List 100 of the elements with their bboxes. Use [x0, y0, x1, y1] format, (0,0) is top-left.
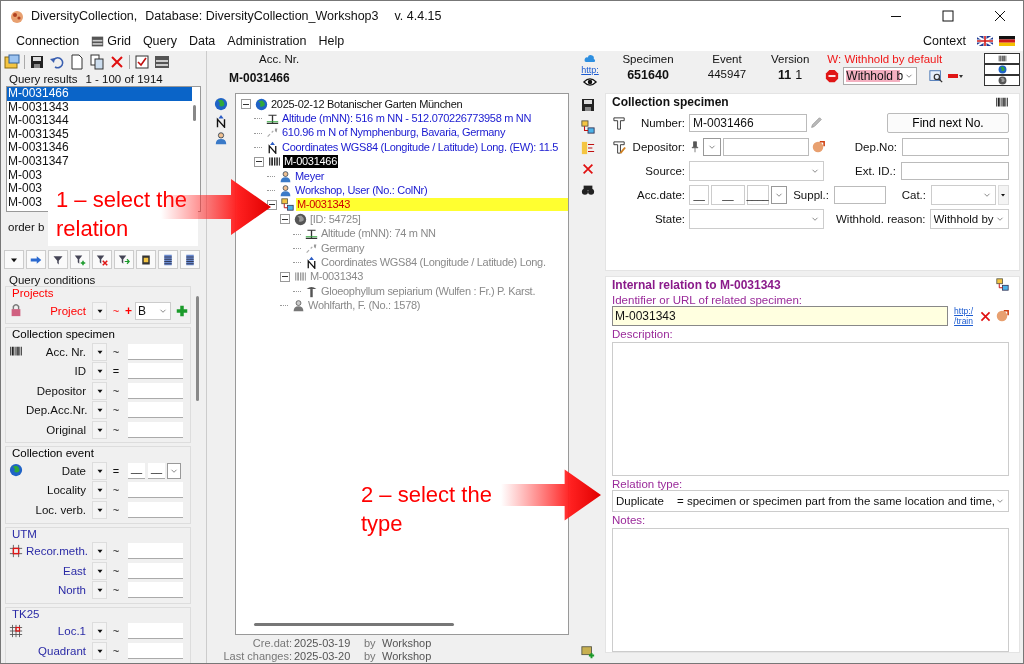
condition-field[interactable]	[128, 402, 183, 419]
operator-dropdown[interactable]	[92, 301, 107, 320]
new-document-icon[interactable]	[69, 54, 85, 70]
date-field[interactable]: __	[711, 185, 745, 205]
delete-icon[interactable]	[581, 162, 595, 176]
result-item[interactable]: M-003	[7, 182, 42, 196]
menu-item[interactable]: Connection	[11, 34, 85, 48]
suppl-field[interactable]	[834, 186, 886, 204]
globe-icon[interactable]	[214, 97, 228, 111]
tree-node[interactable]: Germany	[320, 241, 366, 255]
rows-button[interactable]	[180, 250, 200, 269]
notes-field[interactable]	[612, 528, 1009, 652]
table-icon[interactable]	[154, 54, 170, 70]
operator-dropdown[interactable]	[92, 500, 107, 519]
date-field[interactable]: ____	[746, 185, 769, 205]
operator-dropdown[interactable]	[92, 641, 107, 660]
relation-list-icon[interactable]	[581, 141, 595, 155]
checkbox-icon[interactable]	[134, 54, 150, 70]
tree-node[interactable]: M-0031466	[283, 155, 338, 169]
arrow-right-button[interactable]	[26, 250, 46, 269]
operator-dropdown[interactable]	[92, 401, 107, 420]
globe-button[interactable]	[984, 64, 1020, 75]
scrollbar[interactable]	[193, 105, 196, 121]
add-image-icon[interactable]	[581, 645, 595, 659]
date-field[interactable]: __	[148, 463, 165, 480]
north-arrow-icon[interactable]	[214, 114, 228, 128]
filter-move-button[interactable]	[114, 250, 134, 269]
operator-dropdown[interactable]	[92, 381, 107, 400]
identifier-field[interactable]: M-0031343	[612, 306, 949, 326]
operator-dropdown[interactable]	[92, 462, 107, 481]
date-dropdown[interactable]	[770, 186, 788, 204]
dep-no-field[interactable]	[902, 138, 1009, 156]
operator-dropdown[interactable]	[92, 343, 107, 362]
result-item[interactable]: M-0031346	[7, 141, 69, 155]
context-menu[interactable]: Context	[917, 34, 971, 48]
dropdown-button[interactable]	[4, 250, 24, 269]
add-icon[interactable]	[175, 303, 189, 318]
depositor-field[interactable]	[723, 138, 809, 156]
menu-item[interactable]: Query	[137, 34, 182, 48]
http-link[interactable]: http:	[581, 65, 599, 75]
result-item[interactable]: M-0031345	[7, 127, 69, 142]
ext-id-field[interactable]	[901, 162, 1009, 180]
condition-field[interactable]	[128, 344, 183, 361]
collapse-toggle[interactable]	[280, 214, 290, 225]
link-icon[interactable]	[811, 140, 825, 154]
date-field[interactable]: __	[689, 185, 710, 205]
filter-button[interactable]	[48, 250, 68, 269]
tree-node[interactable]: M-0031343	[309, 270, 364, 284]
condition-field[interactable]	[128, 623, 183, 640]
collapse-toggle[interactable]	[254, 156, 264, 167]
condition-field[interactable]	[128, 543, 183, 560]
condition-field[interactable]	[128, 562, 183, 579]
collapse-toggle[interactable]	[280, 271, 290, 282]
http-link[interactable]: http:/ /train	[954, 306, 973, 326]
cloud-icon[interactable]	[584, 53, 596, 65]
result-item[interactable]: M-003	[7, 195, 42, 210]
tree-node[interactable]: Coordinates WGS84 (Longitude / Latitude) Long. (EW): 11.5	[281, 140, 560, 154]
relation-icon[interactable]	[581, 120, 595, 134]
operator-dropdown[interactable]	[92, 420, 107, 439]
condition-field[interactable]	[128, 501, 183, 518]
link-icon[interactable]	[995, 309, 1009, 323]
barcode-button[interactable]	[984, 53, 1020, 64]
operator-dropdown[interactable]	[92, 362, 107, 381]
tree-node[interactable]: Altitude (mNN): 74 m NN	[320, 227, 437, 241]
rows-button[interactable]	[158, 250, 178, 269]
result-item[interactable]: M-003	[7, 168, 42, 183]
category-button[interactable]	[997, 185, 1009, 205]
delete-icon[interactable]	[979, 309, 992, 323]
pin-icon[interactable]	[689, 141, 701, 153]
withhold-combo[interactable]: Withhold b	[843, 67, 918, 85]
operator-dropdown[interactable]	[92, 581, 107, 599]
german-flag-icon[interactable]	[999, 33, 1015, 49]
person-icon[interactable]	[214, 131, 228, 145]
date-field[interactable]: __	[128, 463, 145, 480]
tree-node[interactable]: Meyer	[294, 169, 326, 183]
query-form-icon[interactable]	[4, 54, 20, 70]
result-item[interactable]: M-0031343	[7, 100, 69, 115]
result-item[interactable]: M-0031344	[7, 114, 69, 128]
save-icon[interactable]	[580, 97, 596, 113]
result-item[interactable]: M-0031466	[7, 87, 192, 101]
operator-dropdown[interactable]	[92, 542, 107, 561]
operator-dropdown[interactable]	[92, 622, 107, 641]
condition-field[interactable]	[128, 363, 183, 380]
binoculars-icon[interactable]	[581, 183, 595, 197]
operator-dropdown[interactable]	[92, 561, 107, 580]
condition-field[interactable]	[128, 642, 183, 659]
save-icon[interactable]	[29, 54, 45, 70]
tree-node[interactable]: Coordinates WGS84 (Longitude / Latitude) Long.	[320, 256, 547, 269]
collapse-toggle[interactable]	[241, 99, 251, 110]
tree-node[interactable]: M-0031343	[296, 198, 568, 212]
number-field[interactable]: M-0031466	[689, 114, 807, 132]
menu-item[interactable]: Administration	[222, 34, 312, 48]
condition-field[interactable]	[128, 482, 183, 499]
copy-icon[interactable]	[89, 54, 105, 70]
filter-remove-button[interactable]	[92, 250, 112, 269]
tree-node[interactable]: 2025-02-12 Botanischer Garten München	[270, 97, 464, 111]
menu-item[interactable]: Grid	[86, 34, 136, 48]
eye-icon[interactable]	[583, 75, 597, 89]
scrollbar[interactable]	[196, 296, 199, 401]
zoom-icon[interactable]	[929, 69, 944, 83]
